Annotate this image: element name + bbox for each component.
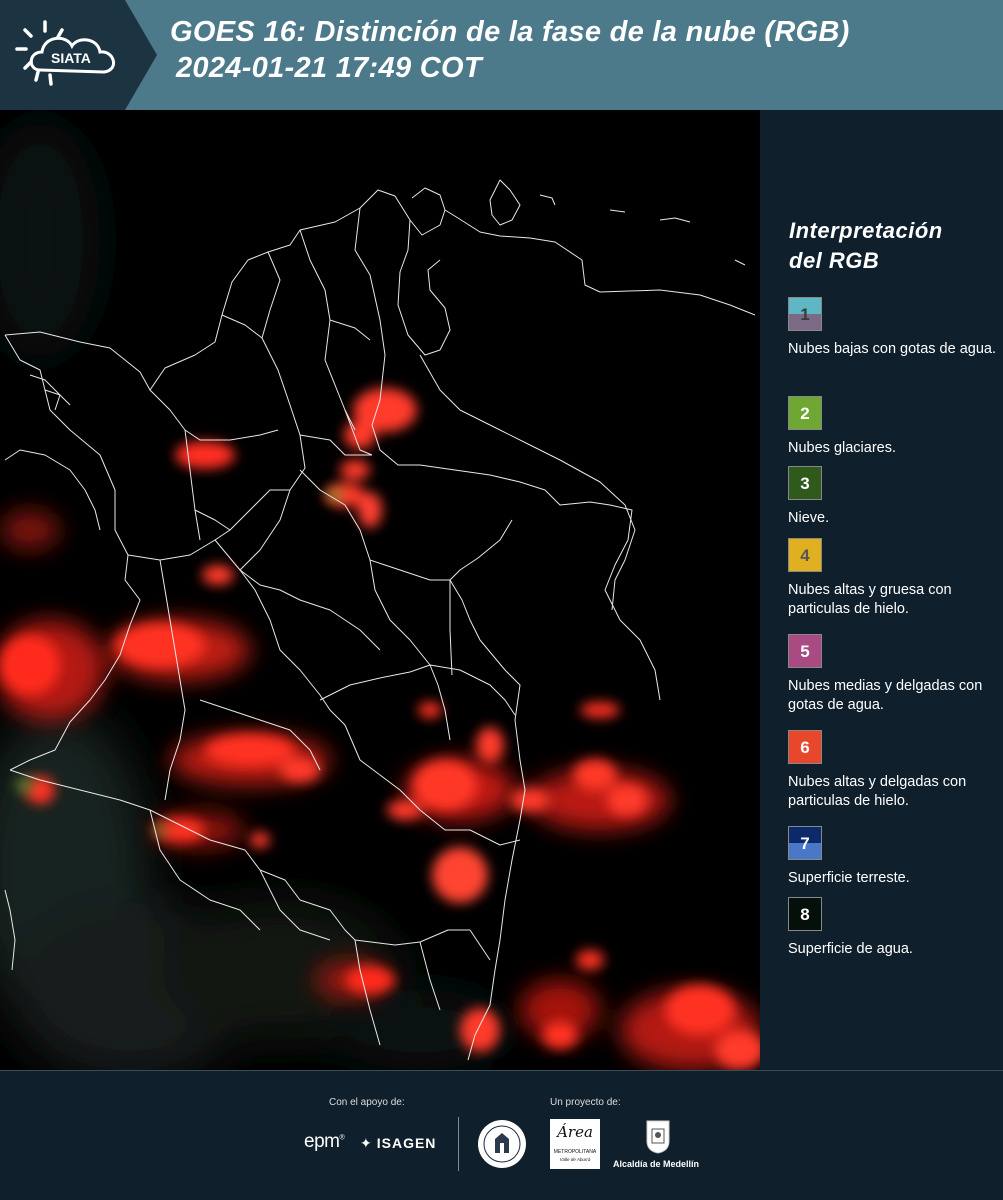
project-label: Un proyecto de:: [550, 1097, 621, 1108]
legend-label: Nubes bajas con gotas de agua.: [788, 341, 996, 357]
legend-title-line-1: Interpretación: [789, 218, 943, 243]
legend-swatch-4: 4: [788, 538, 822, 572]
footer-divider: [458, 1117, 459, 1171]
legend-number: 7: [800, 834, 810, 853]
legend-number: 5: [800, 642, 810, 661]
siata-logo-text: SIATA: [51, 50, 91, 66]
legend-item-6: 6 Nubes altas y delgadas con particulas d…: [788, 730, 998, 811]
rgb-legend-panel: Interpretación del RGB 1 Nubes bajas con …: [760, 110, 1003, 1070]
title-line-1: GOES 16: Distinción de la fase de la nub…: [170, 16, 850, 48]
epm-logo: epm®: [304, 1131, 345, 1152]
legend-swatch-6: 6: [788, 730, 822, 764]
legend-item-1: 1 Nubes bajas con gotas de agua.: [788, 297, 998, 359]
legend-swatch-7: 7: [788, 826, 822, 860]
header-bar: SIATA GOES 16: Distinción de la fase de …: [0, 0, 1003, 110]
legend-item-5: 5 Nubes medias y delgadas con gotas de ag…: [788, 634, 998, 715]
alcaldia-shield-icon: [646, 1120, 670, 1154]
area-logo-name: Área: [557, 1123, 593, 1141]
legend-label: Superficie de agua.: [788, 941, 913, 957]
isagen-star-icon: ✦: [360, 1135, 373, 1151]
area-logo-sub1: METROPOLITANA: [553, 1149, 597, 1155]
legend-swatch-1: 1: [788, 297, 822, 331]
legend-title: Interpretación del RGB: [789, 216, 943, 276]
legend-swatch-5: 5: [788, 634, 822, 668]
isagen-logo-text: ISAGEN: [376, 1135, 437, 1151]
epm-logo-text: epm: [304, 1131, 340, 1152]
legend-item-8: 8 Superficie de agua.: [788, 897, 998, 959]
legend-number: 3: [800, 474, 810, 493]
area-metropolitana-logo: Área METROPOLITANA Valle de Aburrá: [550, 1119, 600, 1169]
legend-swatch-8: 8: [788, 897, 822, 931]
legend-swatch-2: 2: [788, 396, 822, 430]
page-title: GOES 16: Distinción de la fase de la nub…: [170, 14, 850, 86]
isagen-logo: ✦ ISAGEN: [360, 1135, 436, 1152]
legend-item-2: 2 Nubes glaciares.: [788, 396, 998, 458]
legend-item-4: 4 Nubes altas y gruesa con particulas de …: [788, 538, 998, 619]
university-seal-icon: [478, 1120, 526, 1168]
satellite-map: [0, 110, 760, 1070]
footer: Con el apoyo de: Un proyecto de: epm® ✦ I…: [0, 1070, 1003, 1200]
legend-number: 1: [800, 305, 810, 324]
legend-label: Nubes altas y gruesa con particulas de h…: [788, 582, 952, 617]
support-label: Con el apoyo de:: [329, 1097, 405, 1108]
legend-swatch-3: 3: [788, 466, 822, 500]
area-logo-sub2: Valle de Aburrá: [559, 1157, 591, 1162]
alcaldia-text: Alcaldía de Medellín: [613, 1159, 700, 1169]
legend-item-3: 3 Nieve.: [788, 466, 998, 528]
siata-logo: SIATA: [0, 0, 160, 110]
legend-label: Nubes altas y delgadas con particulas de…: [788, 774, 967, 809]
legend-number: 6: [800, 738, 810, 757]
legend-number: 2: [800, 404, 810, 423]
legend-number: 8: [800, 905, 810, 924]
legend-item-7: 7 Superficie terreste.: [788, 826, 998, 888]
legend-number: 4: [800, 546, 810, 565]
legend-label: Nieve.: [788, 510, 830, 526]
title-line-2: 2024-01-21 17:49 COT: [176, 52, 482, 84]
legend-label: Nubes glaciares.: [788, 440, 896, 456]
legend-label: Superficie terreste.: [788, 870, 910, 886]
legend-label: Nubes medias y delgadas con gotas de agu…: [788, 678, 983, 713]
legend-title-line-2: del RGB: [789, 248, 880, 273]
